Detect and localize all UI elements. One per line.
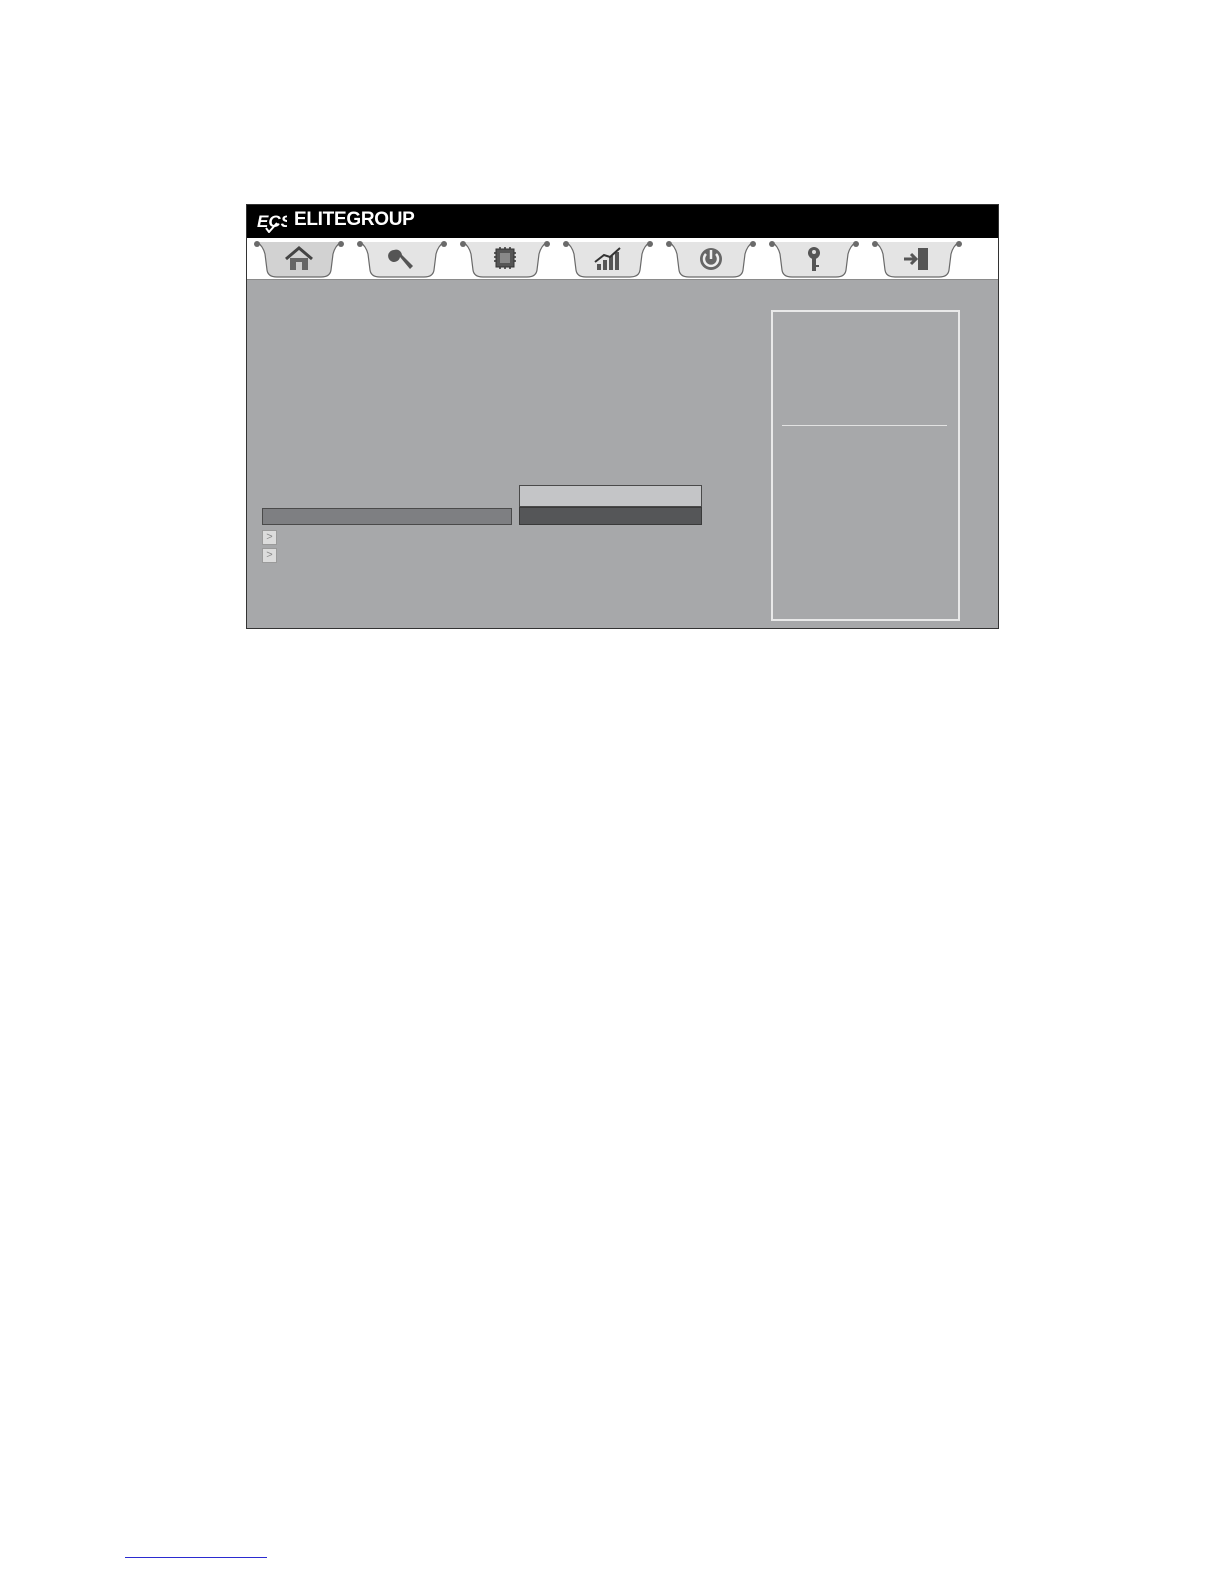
help-panel xyxy=(771,310,960,621)
selected-setting-row[interactable] xyxy=(262,508,512,525)
title-bar: ECS ELITEGROUP xyxy=(247,205,998,238)
tab-advanced[interactable] xyxy=(356,240,448,278)
main-tab-bar xyxy=(247,238,998,279)
key-icon xyxy=(808,247,820,271)
selected-option-value[interactable] xyxy=(519,507,702,525)
tab-exit[interactable] xyxy=(871,240,963,278)
tab-security[interactable] xyxy=(768,240,860,278)
wrench-icon xyxy=(388,249,413,269)
chip-icon xyxy=(494,247,516,269)
tab-power[interactable] xyxy=(665,240,757,278)
power-icon xyxy=(700,248,722,270)
home-icon xyxy=(285,246,313,270)
tab-performance[interactable] xyxy=(562,240,654,278)
brand-name: ELITEGROUP xyxy=(294,209,415,230)
performance-chart-icon xyxy=(594,247,621,270)
submenu-arrow-icon[interactable]: > xyxy=(262,530,277,545)
submenu-arrow-icon[interactable]: > xyxy=(262,548,277,563)
tab-chipset[interactable] xyxy=(459,240,551,278)
exit-icon xyxy=(904,248,928,270)
settings-content-area: > > xyxy=(247,279,998,630)
bios-setup-window: ECS ELITEGROUP xyxy=(246,204,999,629)
option-value-header xyxy=(519,485,702,507)
ecs-logo-icon: ECS xyxy=(257,212,287,233)
tab-main[interactable] xyxy=(253,240,345,278)
footnote-rule xyxy=(125,1557,267,1558)
help-divider xyxy=(782,425,947,426)
